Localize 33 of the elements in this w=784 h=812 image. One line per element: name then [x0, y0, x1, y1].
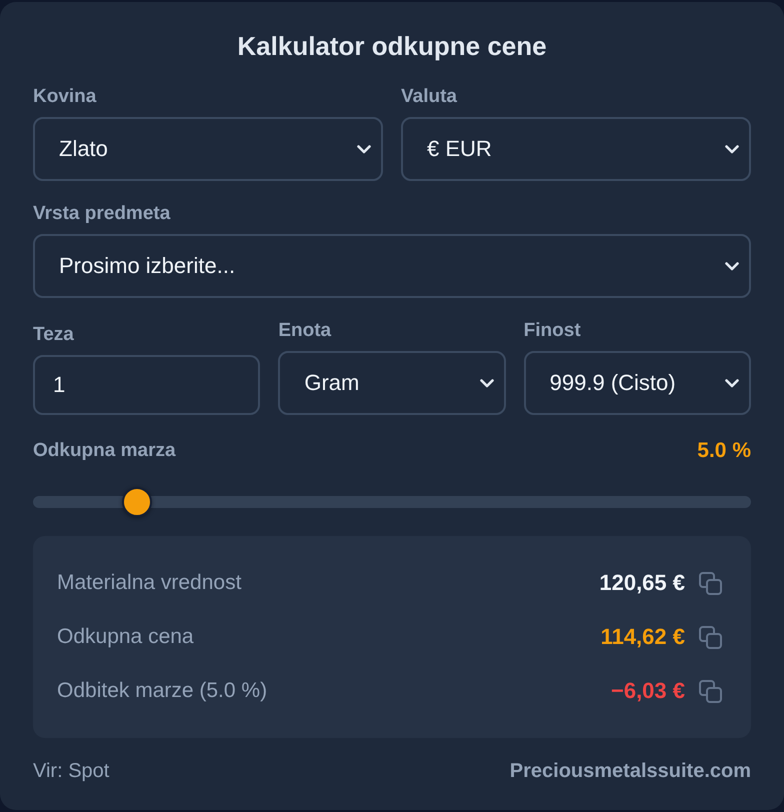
chevron-down-icon — [725, 144, 739, 154]
chevron-down-icon — [725, 262, 739, 270]
copy-icon[interactable] — [699, 626, 722, 648]
margin-reading: 5.0 % — [697, 439, 751, 463]
chevron-down-icon — [357, 144, 371, 154]
field-label: Vrsta predmeta — [33, 202, 170, 226]
copy-icon[interactable] — [699, 680, 722, 702]
dropdown-field[interactable]: Prosimo izberite... — [33, 234, 751, 298]
input-field[interactable]: 1 — [33, 355, 260, 415]
field-label: Teza — [33, 323, 74, 347]
source-text: Vir: Spot — [33, 759, 110, 783]
result-value: −6,03 € — [610, 678, 685, 704]
result-label: Odkupna cena — [57, 625, 195, 649]
chevron-down-icon — [480, 378, 494, 388]
chevron-down-icon — [724, 378, 739, 388]
result-label: Odbitek marze (5.0 %) — [57, 679, 268, 703]
field-label: Kovina — [33, 85, 96, 109]
copy-icon[interactable] — [699, 572, 722, 594]
dropdown-field[interactable]: Zlato — [33, 117, 383, 181]
field-label: Enota — [278, 319, 332, 343]
dropdown-field[interactable]: 999.9 (Cisto) — [524, 351, 751, 415]
card-title: Kalkulator odkupne cene — [236, 30, 548, 62]
slider-thumb[interactable] — [122, 487, 152, 517]
dropdown-field[interactable]: € EUR — [401, 117, 751, 181]
field-label: Valuta — [401, 85, 457, 109]
field-label: Finost — [524, 319, 581, 343]
result-value: 114,62 € — [600, 624, 685, 650]
dropdown-field[interactable]: Gram — [278, 351, 506, 415]
result-label: Materialna vrednost — [57, 571, 242, 595]
slider-track[interactable] — [33, 487, 751, 517]
result-value: 120,65 € — [599, 570, 685, 596]
field-label: Odkupna marza — [33, 439, 176, 463]
brand-link[interactable]: Preciousmetalssuite.com — [510, 759, 751, 783]
